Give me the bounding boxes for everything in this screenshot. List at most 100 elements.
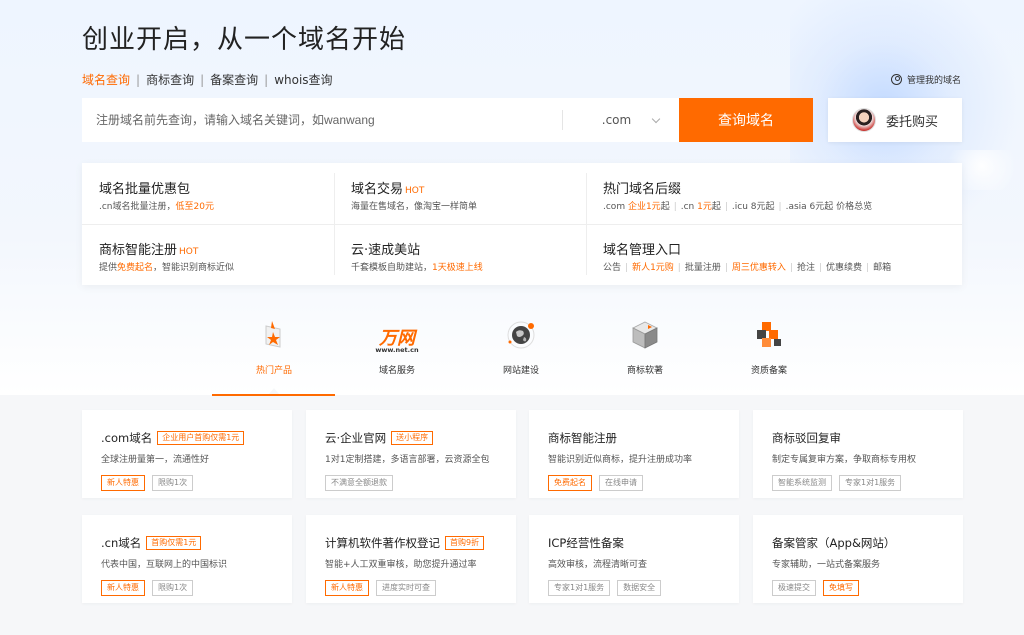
highlight-text[interactable]: 1天极速上线 — [432, 263, 483, 273]
search-domain-button[interactable]: 查询域名 — [679, 98, 813, 142]
quick-link-cell[interactable]: 商标智能注册 HOT 提供免费起名，智能识别商标近似 — [82, 224, 334, 285]
quick-link-title: 域名批量优惠包 — [99, 178, 190, 197]
globe-icon — [507, 321, 535, 349]
highlight-text[interactable]: 低至20元 — [176, 202, 214, 212]
card-title-row: 商标驳回复审 — [772, 430, 841, 446]
hot-badge: HOT — [405, 186, 425, 196]
subtitle-text: .icu 8元起 — [731, 202, 775, 212]
card-tag: 免费起名 — [548, 475, 592, 491]
chevron-down-icon — [651, 114, 661, 123]
quick-link-title-text: 域名交易 — [351, 182, 404, 197]
manage-domains-label: 管理我的域名 — [907, 76, 962, 86]
card-description: 制定专属复审方案，争取商标专用权 — [772, 455, 917, 465]
card-description: 智能识别近似商标，提升注册成功率 — [548, 455, 693, 465]
quick-link-subtitle: 千套模板自助建站，1天极速上线 — [351, 260, 483, 273]
quick-link-subtitle: 公告 | 新人1元购 | 批量注册 | 周三优惠转入 | 抢注 | 优惠续费 | 邮箱 — [603, 260, 891, 273]
card-tag: 限购1次 — [152, 475, 194, 491]
product-card[interactable]: .com域名 企业用户首购仅需1元 全球注册量第一，流通性好 新人特惠 限购1次 — [82, 410, 292, 498]
active-tab-pointer — [269, 388, 279, 394]
separator: | — [724, 202, 728, 212]
delegate-purchase-button[interactable]: 委托购买 — [828, 98, 962, 142]
card-title: .com域名 — [101, 431, 153, 445]
product-card[interactable]: 计算机软件著作权登记 首购9折 智能+人工双重审核，助您提升通过率 新人特惠 进度实时可… — [306, 515, 516, 603]
wanwang-logo-url: www.net.cn — [375, 346, 419, 354]
card-tag: 免填写 — [823, 580, 859, 596]
subtitle-text: .cn域名批量注册， — [99, 202, 176, 212]
tab-separator: | — [136, 72, 141, 87]
card-title-row: 计算机软件著作权登记 首购9折 — [325, 535, 485, 551]
quick-link-title-text: 云·速成美站 — [351, 243, 421, 258]
product-card[interactable]: 商标智能注册智能识别近似商标，提升注册成功率免费起名 在线申请 — [529, 410, 739, 498]
product-card[interactable]: 备案管家（App&网站） 专家辅助，一站式备案服务极速提交 免填写 — [753, 515, 963, 603]
quick-link-cell[interactable]: 热门域名后缀 .com 企业1元起 | .cn 1元起 | .icu 8元起 | .asia … — [586, 163, 872, 224]
card-tags: 极速提交 免填写 — [772, 580, 859, 596]
card-title: 备案管家（App&网站） — [772, 536, 896, 550]
quick-link-title: 域名管理入口 — [603, 239, 681, 258]
quick-link-subtitle: .cn域名批量注册，低至20元 — [99, 199, 214, 212]
tab-domain-search[interactable]: 域名查询 — [82, 71, 130, 88]
separator: | — [778, 202, 782, 212]
category-label: 商标软著 — [626, 366, 663, 376]
highlight-text[interactable]: 免费起名 — [117, 263, 153, 273]
quick-link-title-text: 热门域名后缀 — [603, 182, 682, 197]
card-tags: 专家1对1服务 数据安全 — [548, 580, 662, 596]
card-title: 云·企业官网 — [325, 431, 387, 445]
divider — [562, 110, 563, 130]
category-label: 网站建设 — [502, 366, 539, 376]
suffix-select[interactable]: .com — [582, 98, 679, 142]
card-description: 智能+人工双重审核，助您提升通过率 — [325, 560, 477, 570]
highlight-text[interactable]: 周三优惠转入 — [732, 263, 786, 273]
card-tag: 不满意全额退款 — [325, 475, 393, 491]
quick-link-subtitle: 海量在售域名，像淘宝一样简单 — [351, 199, 477, 212]
quick-link-cell[interactable]: 域名批量优惠包 .cn域名批量注册，低至20元 — [82, 163, 334, 224]
card-title: 商标智能注册 — [548, 431, 617, 445]
card-title-row: .com域名 企业用户首购仅需1元 — [101, 430, 245, 446]
highlight-text[interactable]: 企业1元 — [628, 202, 661, 212]
card-description: 高效审核，流程清晰可查 — [548, 560, 648, 570]
tab-icp-search[interactable]: 备案查询 — [210, 71, 258, 88]
card-tags: 智能系统监测 专家1对1服务 — [772, 475, 902, 491]
quick-link-cell[interactable]: 域名管理入口 公告 | 新人1元购 | 批量注册 | 周三优惠转入 | 抢注 | 优惠续费 | 邮箱 — [586, 224, 891, 285]
quick-link-cell[interactable]: 云·速成美站千套模板自助建站，1天极速上线 — [334, 224, 586, 285]
card-tag: 数据安全 — [617, 580, 662, 596]
quick-link-title-text: 域名批量优惠包 — [99, 182, 191, 197]
quick-link-title: 热门域名后缀 — [603, 178, 681, 197]
category-label: 热门产品 — [255, 366, 292, 376]
highlight-text[interactable]: 1元 — [697, 202, 712, 212]
suffix-value: .com — [601, 113, 632, 127]
product-card[interactable]: 云·企业官网 送小程序 1对1定制搭建，多语言部署，云资源全包 不满意全额退款 — [306, 410, 516, 498]
card-tag: 智能系统监测 — [772, 475, 832, 491]
tab-separator: | — [264, 72, 269, 87]
category-label: 域名服务 — [378, 366, 415, 376]
separator: | — [724, 263, 728, 273]
quick-link-cell[interactable]: 域名交易 HOT 海量在售域名，像淘宝一样简单 — [334, 163, 586, 224]
quick-link-subtitle: .com 企业1元起 | .cn 1元起 | .icu 8元起 | .asia 6元起 价格… — [603, 199, 872, 212]
promo-badge: 送小程序 — [391, 431, 434, 445]
separator: | — [625, 263, 629, 273]
card-title-row: .cn域名 首购仅需1元 — [101, 535, 202, 551]
separator: | — [818, 263, 823, 273]
subtitle-text: 千套模板自助建站， — [351, 263, 433, 273]
tab-separator: | — [200, 72, 205, 87]
card-tag: 限购1次 — [152, 580, 194, 596]
highlight-text[interactable]: 新人1元购 — [632, 263, 674, 273]
product-card[interactable]: 商标驳回复审制定专属复审方案，争取商标专用权智能系统监测 专家1对1服务 — [753, 410, 963, 498]
card-title-row: 云·企业官网 送小程序 — [325, 430, 434, 446]
quick-link-title-text: 域名管理入口 — [603, 243, 682, 258]
subtitle-text: .asia 6元起 价格总览 — [785, 202, 873, 212]
card-tags: 新人特惠 限购1次 — [101, 580, 194, 596]
product-card[interactable]: .cn域名 首购仅需1元 代表中国，互联网上的中国标识 新人特惠 限购1次 — [82, 515, 292, 603]
card-description: 专家辅助，一站式备案服务 — [772, 560, 881, 570]
subtitle-text: 优惠续费 — [826, 263, 863, 273]
card-tag: 专家1对1服务 — [839, 475, 902, 491]
product-card[interactable]: ICP经营性备案 高效审核，流程清晰可查 专家1对1服务 数据安全 — [529, 515, 739, 603]
tab-whois-search[interactable]: whois查询 — [274, 71, 332, 88]
card-tag: 专家1对1服务 — [548, 580, 611, 596]
manage-domains-link[interactable]: 管理我的域名 — [891, 73, 961, 86]
separator: | — [673, 202, 677, 212]
subtitle-text: .com — [603, 202, 628, 212]
tab-trademark-search[interactable]: 商标查询 — [146, 71, 194, 88]
card-title-row: 备案管家（App&网站） — [772, 535, 895, 551]
domain-search-input[interactable] — [96, 98, 556, 142]
card-tags: 免费起名 在线申请 — [548, 475, 643, 491]
